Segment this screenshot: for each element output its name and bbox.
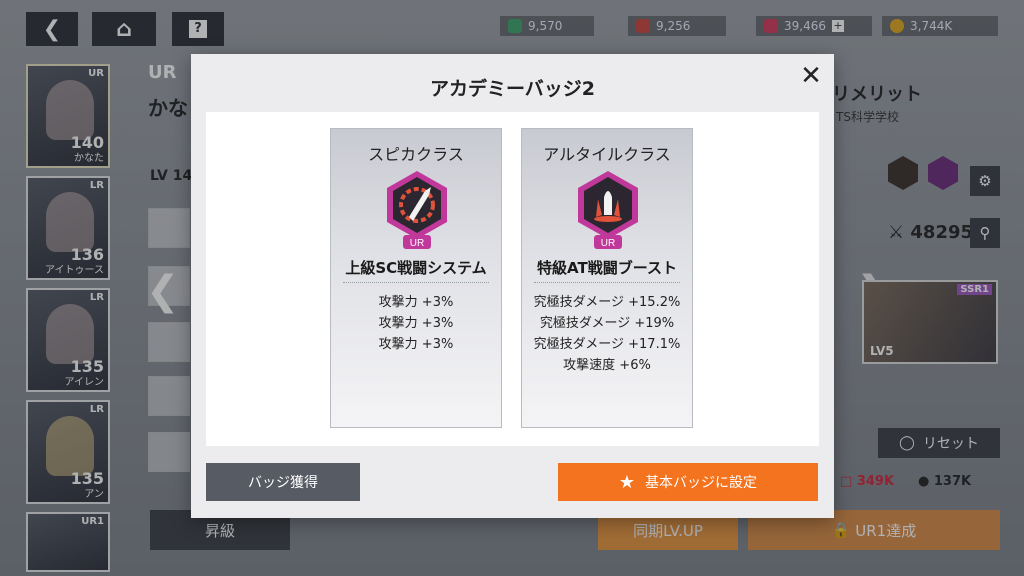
badge-stat-line: 攻撃速度 +6% — [563, 358, 651, 373]
divider — [534, 282, 680, 283]
set-default-badge-button[interactable]: ★ 基本バッジに設定 — [558, 463, 818, 501]
modal-title: アカデミーバッジ2 — [429, 78, 596, 100]
badge-stat-line: 究極技ダメージ +15.2% — [533, 295, 681, 310]
star-icon: ★ — [618, 471, 636, 493]
badge-stat-line: 攻撃力 +3% — [378, 295, 454, 310]
badge-stat-line: 究極技ダメージ +19% — [539, 316, 675, 331]
badge-class-name: アルタイルクラス — [543, 145, 671, 164]
badge-stats: 究極技ダメージ +15.2% 究極技ダメージ +19% 究極技ダメージ +17.… — [522, 292, 692, 376]
badge-name: 特級AT戦闘ブースト — [537, 259, 677, 277]
badge-stat-line: 攻撃力 +3% — [378, 316, 454, 331]
badge-panel: スピカクラス UR 上級SC戦闘システム 攻撃力 +3% 攻撃力 +3% 攻撃力… — [206, 112, 819, 446]
divider — [343, 282, 489, 283]
badge-rank-label: UR — [601, 238, 615, 249]
badge-emblem: UR — [572, 169, 644, 251]
badge-detail-modal: アカデミーバッジ2 ✕ スピカクラス UR 上級SC戦闘システム 攻撃力 +3% — [191, 54, 834, 518]
badge-card-altair[interactable]: アルタイルクラス UR 特級AT戦闘ブースト 究極技ダメージ +15.2% 究極… — [521, 128, 693, 428]
badge-card-spica[interactable]: スピカクラス UR 上級SC戦闘システム 攻撃力 +3% 攻撃力 +3% 攻撃力… — [330, 128, 502, 428]
bullet-badge-icon: UR — [387, 171, 447, 249]
badge-name: 上級SC戦闘システム — [345, 259, 487, 277]
acquire-badge-button[interactable]: バッジ獲得 — [206, 463, 360, 501]
badge-stats: 攻撃力 +3% 攻撃力 +3% 攻撃力 +3% — [331, 292, 501, 355]
badge-emblem: UR — [381, 169, 453, 251]
close-icon[interactable]: ✕ — [798, 63, 824, 90]
badge-class-name: スピカクラス — [368, 145, 464, 164]
badge-stat-line: 攻撃力 +3% — [378, 337, 454, 352]
badge-rank-label: UR — [410, 238, 424, 249]
badge-stat-line: 究極技ダメージ +17.1% — [533, 337, 681, 352]
missile-badge-icon: UR — [578, 171, 638, 249]
